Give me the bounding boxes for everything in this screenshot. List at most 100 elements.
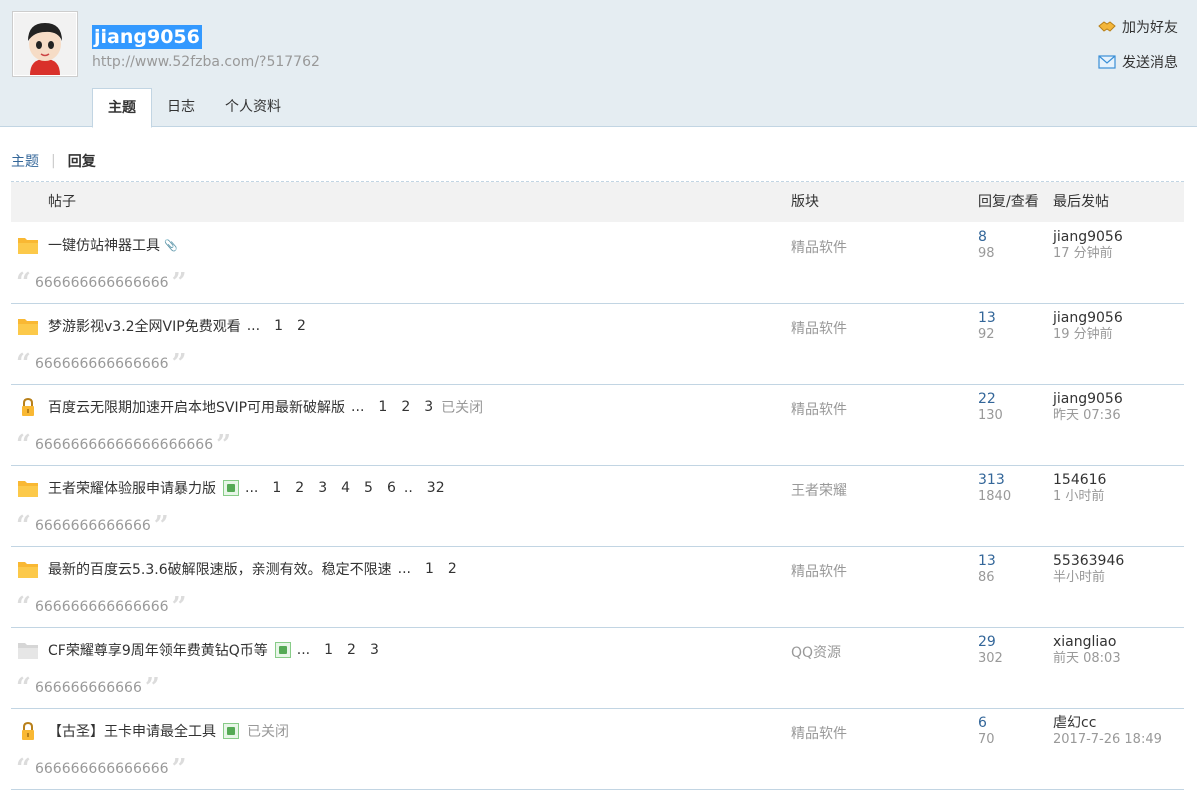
forum-link[interactable]: QQ资源 bbox=[791, 642, 841, 662]
topic-title-link[interactable]: 【古圣】王卡申请最全工具 bbox=[48, 721, 216, 741]
page-link[interactable]: 4 bbox=[341, 480, 350, 496]
page-links: ... 1 2 3 bbox=[297, 642, 379, 658]
add-friend-button[interactable]: 加为好友 bbox=[1098, 17, 1178, 37]
page-link[interactable]: 3 bbox=[370, 642, 379, 658]
page-link[interactable]: 32 bbox=[427, 480, 445, 496]
tab-blog[interactable]: 日志 bbox=[152, 88, 210, 126]
page-links: ... 1 2 bbox=[398, 561, 457, 577]
view-count: 302 bbox=[978, 651, 1003, 666]
reply-quote-text[interactable]: 666666666666666 bbox=[35, 356, 169, 372]
topic-title-cell: 最新的百度云5.3.6破解限速版，亲测有效。稳定不限速... 1 2 bbox=[48, 559, 457, 579]
topic-title-link[interactable]: CF荣耀尊享9周年领年费黄钻Q币等 bbox=[48, 640, 268, 660]
last-post-user[interactable]: 55363946 bbox=[1053, 553, 1124, 569]
open-quote-icon: “ bbox=[16, 349, 31, 379]
topic-title-link[interactable]: 梦游影视v3.2全网VIP免费观看 bbox=[48, 316, 241, 336]
topic-title-cell: 梦游影视v3.2全网VIP免费观看 ... 1 2 bbox=[48, 316, 306, 336]
page-ellipsis: ... bbox=[397, 561, 411, 577]
forum-link[interactable]: 精品软件 bbox=[791, 318, 847, 338]
page-link[interactable]: 1 bbox=[274, 318, 283, 334]
username[interactable]: jiang9056 bbox=[92, 25, 202, 49]
reply-count[interactable]: 22 bbox=[978, 391, 996, 407]
page-link[interactable]: 2 bbox=[295, 480, 304, 496]
reply-quote-text[interactable]: 66666666666666666666 bbox=[35, 437, 213, 453]
reply-quote: “666666666666666” bbox=[16, 754, 187, 784]
topic-title-link[interactable]: 一键仿站神器工具 bbox=[48, 235, 160, 255]
tab-topics[interactable]: 主题 bbox=[92, 88, 152, 128]
profile-header: jiang9056 http://www.52fzba.com/?517762 … bbox=[0, 0, 1197, 128]
page-links: ... 1 2 3 4 5 6.. 32 bbox=[245, 480, 445, 496]
subnav: 主题 | 回复 bbox=[11, 151, 96, 171]
folder-icon bbox=[17, 559, 39, 579]
topic-title-link[interactable]: 王者荣耀体验服申请暴力版 bbox=[48, 478, 216, 498]
reply-count[interactable]: 313 bbox=[978, 472, 1005, 488]
last-post-user[interactable]: jiang9056 bbox=[1053, 310, 1123, 326]
subnav-separator: | bbox=[51, 153, 56, 169]
last-post-time: 1 小时前 bbox=[1053, 489, 1105, 504]
last-post-user[interactable]: jiang9056 bbox=[1053, 391, 1123, 407]
page-link[interactable]: 2 bbox=[347, 642, 356, 658]
page-link[interactable]: 5 bbox=[364, 480, 373, 496]
reply-quote-text[interactable]: 666666666666666 bbox=[35, 599, 169, 615]
page-link[interactable]: 2 bbox=[448, 561, 457, 577]
reply-count[interactable]: 6 bbox=[978, 715, 987, 731]
table-row: 百度云无限期加速开启本地SVIP可用最新破解版... 1 2 3 已关闭 精品软件 22 13… bbox=[11, 384, 1184, 466]
table-row: 一键仿站神器工具 📎 精品软件 8 98 jiang9056 17 分钟前 “66666666… bbox=[11, 222, 1184, 304]
view-count: 1840 bbox=[978, 489, 1012, 504]
reply-quote-text[interactable]: 666666666666666 bbox=[35, 761, 169, 777]
topic-title-link[interactable]: 百度云无限期加速开启本地SVIP可用最新破解版 bbox=[48, 397, 345, 417]
page-links: ... 1 2 bbox=[247, 318, 306, 334]
view-count: 130 bbox=[978, 408, 1003, 423]
forum-link[interactable]: 精品软件 bbox=[791, 561, 847, 581]
page-link[interactable]: 1 bbox=[324, 642, 333, 658]
reply-count[interactable]: 13 bbox=[978, 553, 996, 569]
header-forum: 版块 bbox=[791, 194, 819, 210]
page-link[interactable]: 1 bbox=[378, 399, 387, 415]
avatar[interactable] bbox=[12, 11, 78, 77]
last-post-user[interactable]: jiang9056 bbox=[1053, 229, 1123, 245]
last-post-user[interactable]: xiangliao bbox=[1053, 634, 1116, 650]
reply-count[interactable]: 13 bbox=[978, 310, 996, 326]
send-message-label: 发送消息 bbox=[1122, 55, 1178, 71]
last-post-time: 2017-7-26 18:49 bbox=[1053, 732, 1162, 747]
page-link[interactable]: 1 bbox=[425, 561, 434, 577]
page-link[interactable]: 3 bbox=[318, 480, 327, 496]
forum-link[interactable]: 王者荣耀 bbox=[791, 480, 847, 500]
close-quote-icon: ” bbox=[171, 349, 187, 379]
view-count: 86 bbox=[978, 570, 995, 585]
table-row: CF荣耀尊享9周年领年费黄钻Q币等 ... 1 2 3 QQ资源 29 302 xianglia… bbox=[11, 627, 1184, 709]
page-link[interactable]: 2 bbox=[401, 399, 410, 415]
page-link[interactable]: 6 bbox=[387, 480, 396, 496]
reply-quote-text[interactable]: 666666666666 bbox=[35, 680, 142, 696]
image-attachment-icon bbox=[223, 723, 239, 739]
subnav-topics-link[interactable]: 主题 bbox=[11, 151, 39, 171]
folder-icon bbox=[17, 316, 39, 336]
user-url[interactable]: http://www.52fzba.com/?517762 bbox=[92, 54, 320, 70]
forum-link[interactable]: 精品软件 bbox=[791, 237, 847, 257]
tab-profile[interactable]: 个人资料 bbox=[210, 88, 296, 126]
avatar-icon bbox=[14, 13, 76, 75]
reply-quote-text[interactable]: 6666666666666 bbox=[35, 518, 151, 534]
attachment-icon: 📎 bbox=[164, 238, 178, 252]
reply-quote: “6666666666666” bbox=[16, 513, 169, 539]
open-quote-icon: “ bbox=[16, 430, 31, 460]
page-link[interactable]: 3 bbox=[424, 399, 433, 415]
last-post-user[interactable]: 虐幻cc bbox=[1053, 715, 1096, 731]
last-post-time: 半小时前 bbox=[1053, 570, 1106, 585]
close-quote-icon: ” bbox=[171, 592, 187, 622]
subnav-replies-current[interactable]: 回复 bbox=[68, 151, 96, 171]
forum-link[interactable]: 精品软件 bbox=[791, 723, 847, 743]
page-link[interactable]: 2 bbox=[297, 318, 306, 334]
reply-quote: “666666666666” bbox=[16, 675, 160, 701]
open-quote-icon: “ bbox=[16, 754, 31, 784]
header-last-post: 最后发帖 bbox=[1053, 194, 1109, 210]
page-link[interactable]: 1 bbox=[272, 480, 281, 496]
reply-quote-text[interactable]: 666666666666666 bbox=[35, 275, 169, 291]
topic-title-link[interactable]: 最新的百度云5.3.6破解限速版，亲测有效。稳定不限速 bbox=[48, 559, 392, 579]
send-message-button[interactable]: 发送消息 bbox=[1098, 52, 1178, 72]
closed-badge: 已关闭 bbox=[247, 724, 289, 740]
forum-link[interactable]: 精品软件 bbox=[791, 399, 847, 419]
last-post-user[interactable]: 154616 bbox=[1053, 472, 1106, 488]
reply-count[interactable]: 8 bbox=[978, 229, 987, 245]
reply-count[interactable]: 29 bbox=[978, 634, 996, 650]
file-icon bbox=[17, 640, 39, 660]
